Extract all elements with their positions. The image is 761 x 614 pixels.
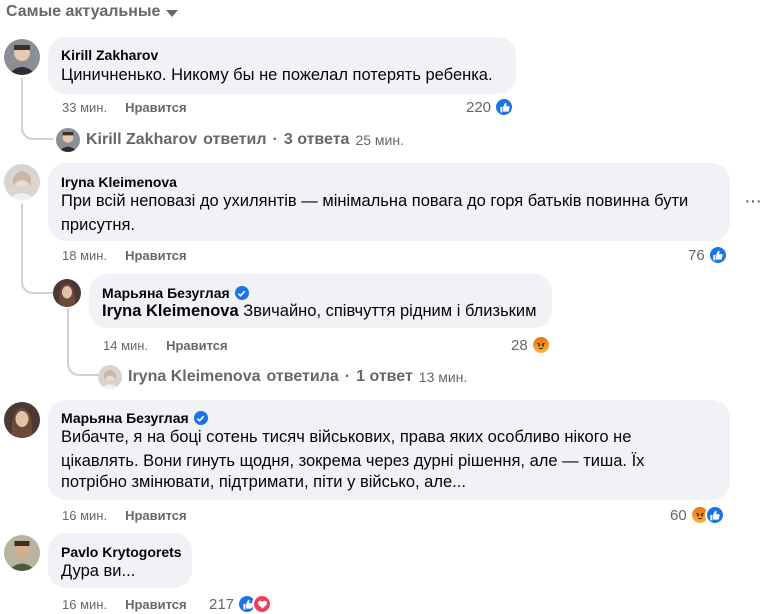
comment-text-line: присутня. xyxy=(61,216,136,234)
reaction-summary[interactable]: 217 xyxy=(209,594,273,614)
thumbs-up-icon xyxy=(707,245,728,265)
comment-author-row: Марьяна Безуглая xyxy=(61,410,208,426)
comment-text-line: потрібно змінювати, підтримати, піти у в… xyxy=(61,473,466,491)
comment-time[interactable]: 18 мин. xyxy=(62,248,107,263)
replies-time: 13 мин. xyxy=(418,369,468,385)
comment-author[interactable]: Марьяна Безуглая xyxy=(61,410,189,426)
like-button[interactable]: Нравится xyxy=(166,338,228,353)
avatar-pavlo-krytogorets[interactable] xyxy=(4,535,40,571)
comment-bubble: Iryna Kleimenova При всій неповазі до ух… xyxy=(48,163,730,241)
comment-text-line: При всій неповазі до ухилянтів — мінімал… xyxy=(61,192,689,210)
comment-time[interactable]: 16 мин. xyxy=(62,508,107,523)
verified-badge-icon xyxy=(193,411,208,425)
avatar-iryna-kleimenova[interactable] xyxy=(4,164,40,200)
comment-bubble: Pavlo Krytogorets Дура ви... xyxy=(48,533,192,588)
replies-time: 25 мин. xyxy=(355,132,404,148)
sort-label: Самые актуальные xyxy=(6,3,161,20)
replies-author: Iryna Kleimenova xyxy=(128,368,261,385)
reaction-count: 76 xyxy=(688,246,705,264)
comment-time[interactable]: 16 мин. xyxy=(62,597,107,612)
like-button[interactable]: Нравится xyxy=(125,508,187,523)
reaction-count: 217 xyxy=(209,595,235,613)
reaction-summary[interactable]: 28 xyxy=(511,335,551,355)
verified-badge-icon xyxy=(234,286,249,300)
comment-author[interactable]: Pavlo Krytogorets xyxy=(61,544,182,560)
reaction-count: 28 xyxy=(511,336,528,354)
avatar-kirill-zakharov[interactable] xyxy=(4,39,40,75)
replies-action: ответила xyxy=(266,368,339,385)
more-options-button[interactable]: ··· xyxy=(744,190,761,213)
replies-separator: · xyxy=(344,368,351,385)
avatar-iryna-kleimenova-small xyxy=(98,365,122,389)
comment-meta: 33 мин. Нравится xyxy=(62,100,187,115)
comment-text: Дура ви... xyxy=(61,562,136,580)
heart-icon xyxy=(252,594,273,614)
reaction-count: 220 xyxy=(466,98,492,116)
thumbs-up-icon xyxy=(704,505,725,525)
comment-bubble: Kirill Zakharov Циничненько. Никому бы н… xyxy=(48,37,516,94)
comment-author[interactable]: Kirill Zakharov xyxy=(61,47,158,63)
comment-author[interactable]: Iryna Kleimenova xyxy=(61,174,177,190)
reaction-summary[interactable]: 220 xyxy=(466,97,515,117)
comment-text: Циничненько. Никому бы не пожелал потеря… xyxy=(61,66,493,84)
sort-dropdown[interactable]: Самые актуальные xyxy=(6,3,179,21)
reply-time[interactable]: 14 мин. xyxy=(103,338,148,353)
reply-mention[interactable]: Iryna Kleimenova xyxy=(102,302,239,320)
comment-text-line: Вибачте, я на боці сотень тисяч військов… xyxy=(61,428,632,446)
reply-body: Звичайно, співчуття рідним і близьким xyxy=(238,302,537,320)
like-button[interactable]: Нравится xyxy=(125,597,187,612)
comment-time[interactable]: 33 мин. xyxy=(62,100,107,115)
thumbs-up-icon xyxy=(494,97,515,117)
caret-down-icon xyxy=(166,9,179,17)
reaction-summary[interactable]: 60 xyxy=(670,505,725,525)
reaction-count: 60 xyxy=(670,506,687,524)
avatar-maryana-bezuglaya[interactable] xyxy=(53,279,81,307)
comment-meta: 16 мин. Нравится xyxy=(62,597,187,612)
reply-meta: 14 мин. Нравится xyxy=(103,338,228,353)
replies-author: Kirill Zakharov xyxy=(86,131,198,148)
avatar-kirill-zakharov-small xyxy=(56,128,80,152)
avatar-maryana-bezuglaya[interactable] xyxy=(4,402,40,438)
replies-count: 3 ответа xyxy=(283,131,350,148)
reaction-summary[interactable]: 76 xyxy=(688,245,728,265)
replies-action: ответил xyxy=(203,131,267,148)
replies-separator: · xyxy=(272,131,278,148)
reply-text: Iryna Kleimenova Звичайно, співчуття рід… xyxy=(102,299,536,324)
view-replies-link[interactable]: Kirill Zakharov ответил · 3 ответа 25 ми… xyxy=(56,128,404,152)
like-button[interactable]: Нравится xyxy=(125,248,187,263)
angry-face-icon xyxy=(530,335,551,355)
like-button[interactable]: Нравится xyxy=(125,100,187,115)
view-replies-link[interactable]: Iryna Kleimenova ответила · 1 ответ 13 м… xyxy=(98,365,467,389)
replies-count: 1 ответ xyxy=(356,368,413,385)
thread-line xyxy=(21,78,53,140)
comment-meta: 16 мин. Нравится xyxy=(62,508,187,523)
reply-bubble: Марьяна Безуглая Iryna Kleimenova Звичай… xyxy=(89,274,552,328)
comment-bubble: Марьяна Безуглая Вибачте, я на боці соте… xyxy=(48,400,730,500)
comment-meta: 18 мин. Нравится xyxy=(62,248,187,263)
